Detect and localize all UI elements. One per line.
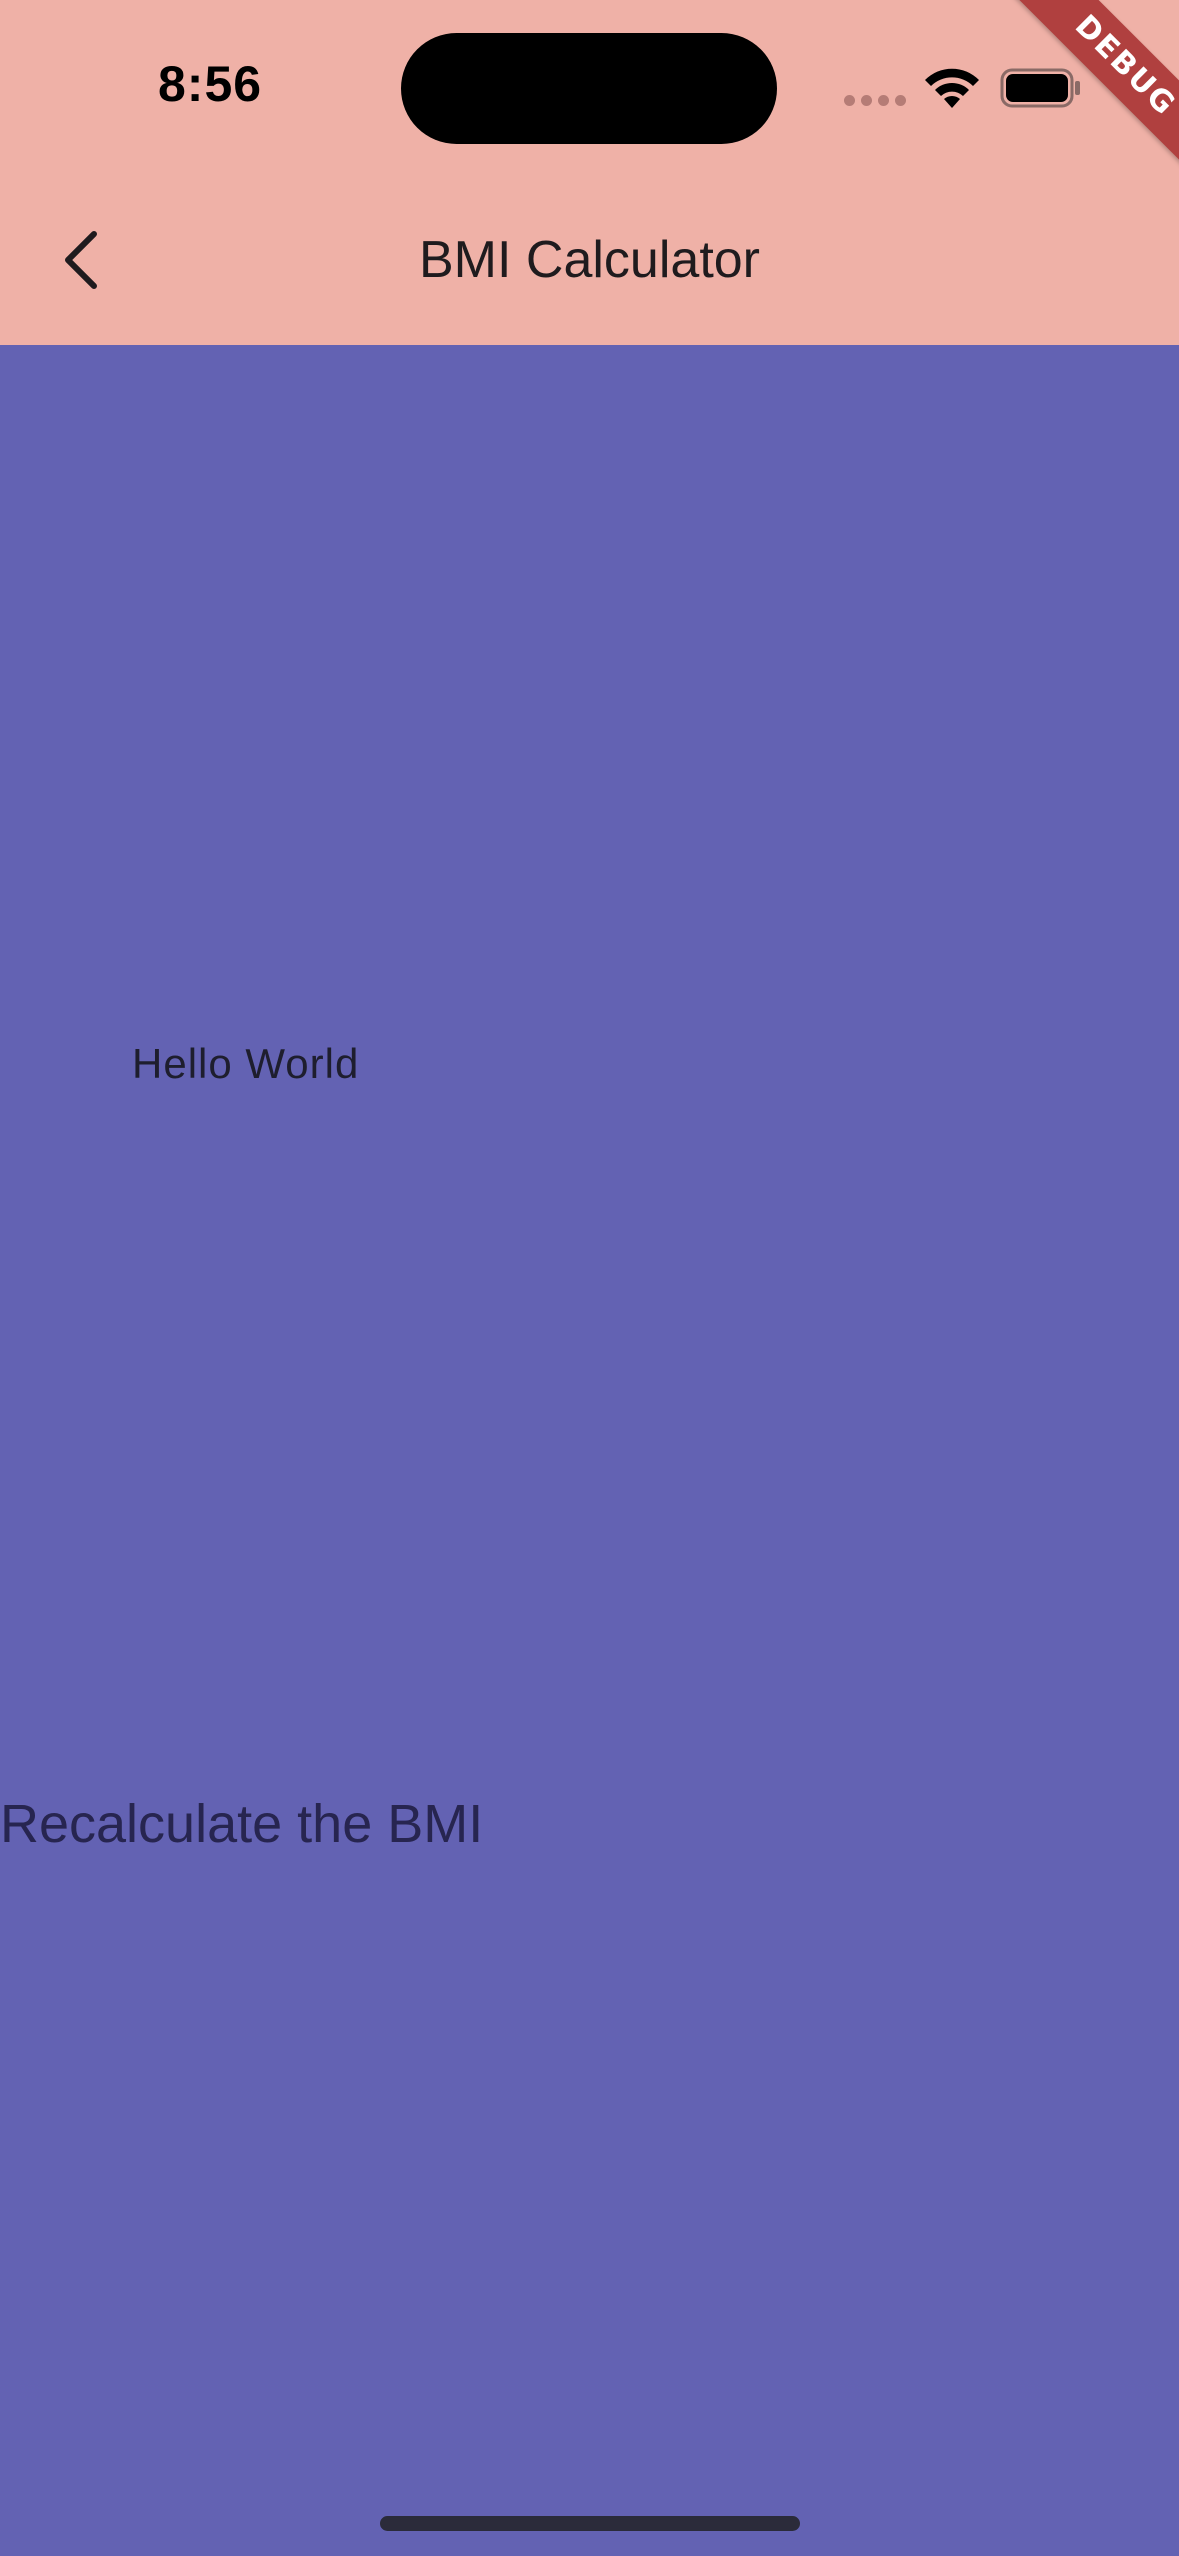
wifi-icon: [925, 68, 979, 108]
dynamic-island: [401, 33, 777, 144]
recalculate-button[interactable]: Recalculate the BMI: [0, 1793, 483, 1855]
status-time: 8:56: [158, 56, 263, 112]
hello-text: Hello World: [132, 1040, 360, 1087]
page-title: BMI Calculator: [419, 231, 760, 289]
app-bar: 8:56 DEBUG BMI Calculator: [0, 0, 1179, 345]
battery-icon: [1000, 68, 1080, 108]
signal-dots-icon: [844, 95, 906, 107]
home-indicator[interactable]: [380, 2516, 800, 2531]
